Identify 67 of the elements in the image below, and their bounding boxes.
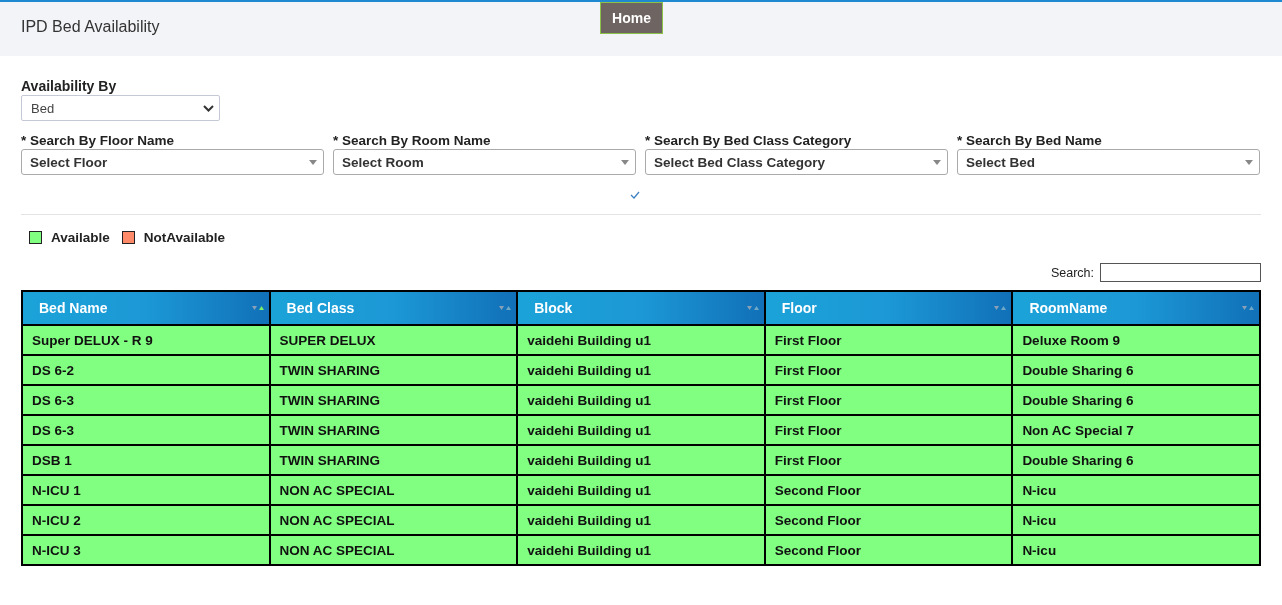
- column-header[interactable]: Bed Name: [22, 291, 270, 325]
- table-cell: NON AC SPECIAL: [269, 475, 518, 505]
- chevron-icon: [203, 104, 214, 112]
- table-cell: Second Floor: [764, 505, 1013, 535]
- table-cell: NON AC SPECIAL: [269, 535, 518, 565]
- table-cell: vaidehi Building u1: [517, 445, 765, 475]
- table-cell: First Floor: [764, 445, 1013, 475]
- table-cell: vaidehi Building u1: [517, 505, 765, 535]
- table-cell: vaidehi Building u1: [517, 355, 765, 385]
- table-cell: vaidehi Building u1: [517, 535, 765, 565]
- dropdown-field[interactable]: Select Bed Class Category: [645, 149, 948, 175]
- table-cell: SUPER DELUX: [269, 325, 518, 355]
- caret-icon: [933, 159, 941, 165]
- field-label: Availability By: [21, 78, 118, 94]
- table-cell: DS 6-2: [22, 355, 270, 385]
- field-label: * Search By Bed Name: [957, 133, 1103, 148]
- table-cell: N-icu: [1012, 505, 1260, 535]
- column-header[interactable]: Bed Class: [269, 291, 518, 325]
- dropdown-field[interactable]: Select Room: [333, 149, 636, 175]
- table-cell: vaidehi Building u1: [517, 415, 765, 445]
- table-cell: First Floor: [764, 415, 1013, 445]
- table-cell: N-icu: [1012, 535, 1260, 565]
- table-cell: TWIN SHARING: [269, 385, 518, 415]
- table-cell: DS 6-3: [22, 385, 270, 415]
- table-cell: vaidehi Building u1: [517, 325, 765, 355]
- table-cell: N-icu: [1012, 475, 1260, 505]
- table-cell: vaidehi Building u1: [517, 385, 765, 415]
- field-label: * Search By Room Name: [333, 133, 492, 148]
- table-cell: DS 6-3: [22, 415, 270, 445]
- table-cell: Super DELUX - R 9: [22, 325, 270, 355]
- table-cell: First Floor: [764, 355, 1013, 385]
- availability-select[interactable]: Bed: [21, 95, 220, 121]
- table-cell: Deluxe Room 9: [1012, 325, 1260, 355]
- legend-label: Available: [51, 230, 110, 245]
- table-cell: NON AC SPECIAL: [269, 505, 518, 535]
- dropdown-field[interactable]: Select Floor: [21, 149, 324, 175]
- table-cell: N-ICU 1: [22, 475, 270, 505]
- field-label: * Search By Bed Class Category: [645, 133, 853, 148]
- table-cell: TWIN SHARING: [269, 355, 518, 385]
- caret-icon: [309, 159, 317, 165]
- table-cell: First Floor: [764, 325, 1013, 355]
- caret-icon: [1245, 159, 1253, 165]
- check-icon: [630, 191, 640, 199]
- table-cell: Double Sharing 6: [1012, 385, 1260, 415]
- dropdown-field[interactable]: Select Bed: [957, 149, 1260, 175]
- table-cell: N-ICU 3: [22, 535, 270, 565]
- table-cell: Second Floor: [764, 535, 1013, 565]
- table-cell: N-ICU 2: [22, 505, 270, 535]
- legend-label: NotAvailable: [143, 230, 226, 245]
- home-button[interactable]: Home: [600, 2, 663, 34]
- table-cell: DSB 1: [22, 445, 270, 475]
- column-header[interactable]: RoomName: [1012, 291, 1260, 325]
- search-label: Search:: [1050, 265, 1094, 280]
- search-field[interactable]: [1100, 263, 1261, 282]
- caret-icon: [621, 159, 629, 165]
- field-label: * Search By Floor Name: [21, 133, 176, 148]
- page-title: IPD Bed Availability: [21, 18, 160, 36]
- table-cell: Non AC Special 7: [1012, 415, 1260, 445]
- table-cell: TWIN SHARING: [269, 445, 518, 475]
- table-cell: Double Sharing 6: [1012, 355, 1260, 385]
- table-cell: Double Sharing 6: [1012, 445, 1260, 475]
- column-header[interactable]: Floor: [764, 291, 1013, 325]
- table-cell: Second Floor: [764, 475, 1013, 505]
- column-header[interactable]: Block: [517, 291, 765, 325]
- table-cell: First Floor: [764, 385, 1013, 415]
- table-cell: TWIN SHARING: [269, 415, 518, 445]
- table-cell: vaidehi Building u1: [517, 475, 765, 505]
